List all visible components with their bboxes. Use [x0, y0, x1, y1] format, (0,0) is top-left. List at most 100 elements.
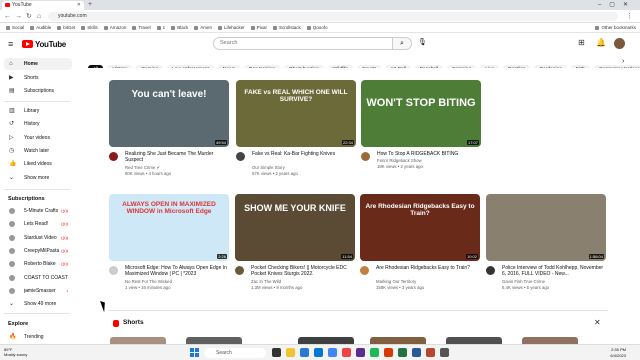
video-title[interactable]: Pocket Checking Bikers! || Motorcycle ED…: [251, 265, 355, 277]
bookmark-item[interactable]: Other bookmarks: [595, 23, 636, 32]
filter-chip[interactable]: History: [107, 65, 133, 68]
chrome-icon[interactable]: [328, 348, 337, 357]
channel-name[interactable]: Our Simple Story: [252, 165, 356, 170]
video-thumbnail[interactable]: Are Rhodesian Ridgebacks Easy to Train? 1…: [360, 194, 480, 261]
channel-name[interactable]: Fenrir Ridgeback Show: [377, 158, 481, 163]
menu-dots-icon[interactable]: ⋮: [626, 12, 633, 21]
bookmark-item[interactable]: Black: [171, 23, 188, 32]
channel-name[interactable]: Gavin Fish True Crime: [502, 279, 606, 284]
store-icon[interactable]: [314, 348, 323, 357]
sidebar-item[interactable]: ▷ Your videos: [4, 132, 72, 144]
bookmark-item[interactable]: Amazon: [103, 23, 126, 32]
channel-name[interactable]: Zac In The Wild: [251, 279, 355, 284]
forward-icon[interactable]: →: [15, 12, 22, 21]
video-thumbnail[interactable]: You can't leave! 49:54: [109, 80, 229, 147]
create-video-icon[interactable]: ⊞: [578, 38, 585, 47]
bookmark-item[interactable]: Qooofo: [306, 23, 328, 32]
filter-chip[interactable]: Reptiles: [503, 65, 531, 68]
url-field[interactable]: youtube.com: [48, 12, 618, 21]
task-view-icon[interactable]: [272, 348, 281, 357]
filter-chip[interactable]: All: [88, 65, 104, 68]
sidebar-item[interactable]: ▤ Subscriptions: [4, 85, 72, 97]
search-input[interactable]: Search: [213, 37, 393, 50]
app-icon[interactable]: [342, 348, 351, 357]
channel-avatar[interactable]: [361, 152, 370, 161]
bookmark-item[interactable]: bitGet: [57, 23, 75, 32]
back-icon[interactable]: ←: [4, 12, 11, 21]
app-icon[interactable]: [384, 348, 393, 357]
sidebar-item[interactable]: ▶ Shorts: [4, 72, 72, 84]
sidebar-item[interactable]: ⌂ Home: [4, 58, 72, 70]
filter-chip[interactable]: Courts: [357, 65, 382, 68]
sidebar-item[interactable]: ▥ Library: [4, 105, 72, 117]
bookmark-item[interactable]: Travel: [132, 23, 151, 32]
browser-tab[interactable]: YouTube ✕: [2, 1, 84, 10]
sidebar-item[interactable]: ◷ Watch later: [4, 145, 72, 157]
sidebar-item[interactable]: ⌄ Show 49 more: [4, 298, 72, 310]
filter-chip[interactable]: Fish: [570, 65, 590, 68]
home-browser-icon[interactable]: ⌂: [37, 12, 41, 21]
menu-icon[interactable]: ≡: [8, 39, 13, 49]
sidebar-item[interactable]: CreepyMilPasta ((•)): [4, 245, 72, 257]
sidebar-item[interactable]: ↺ History: [4, 118, 72, 130]
video-title[interactable]: Fake vs Real: Ka-Bar Fighting Knives: [252, 151, 356, 157]
app-icon[interactable]: [356, 348, 365, 357]
sidebar-item[interactable]: Lets Read! ((•)): [4, 218, 72, 230]
word-icon[interactable]: [412, 348, 421, 357]
sidebar-item[interactable]: 🔥 Trending: [4, 331, 72, 343]
sidebar-item[interactable]: ⌄ Show more: [4, 172, 72, 184]
video-thumbnail[interactable]: 1:56:04: [486, 194, 606, 261]
bookmark-item[interactable]: Lifehacker: [217, 23, 245, 32]
youtube-logo[interactable]: YouTube: [22, 38, 66, 50]
video-title[interactable]: Microsoft Edge: How To Always Open Edge …: [125, 265, 229, 277]
video-thumbnail[interactable]: SHOW ME YOUR KNIFE 11:54: [235, 194, 355, 261]
clock[interactable]: 2:35 PM 6/4/2023: [610, 347, 626, 359]
filter-chip[interactable]: Wildlife: [327, 65, 354, 68]
channel-avatar[interactable]: [109, 152, 118, 161]
channel-avatar[interactable]: [486, 266, 495, 275]
video-title[interactable]: Police Interview of Todd Kohlhepp, Novem…: [502, 265, 606, 277]
video-thumbnail[interactable]: WON'T STOP BITING 17:07: [361, 80, 481, 147]
filter-chip[interactable]: News: [217, 65, 240, 68]
excel-icon[interactable]: [398, 348, 407, 357]
filter-chip[interactable]: Dog training: [243, 65, 280, 68]
channel-avatar[interactable]: [360, 266, 369, 275]
taskbar-search[interactable]: Search: [204, 348, 266, 358]
bookmark-item[interactable]: Scrollstack: [273, 23, 301, 32]
bookmark-item[interactable]: Amen: [194, 23, 212, 32]
sidebar-item[interactable]: jamieSmasser •: [4, 285, 72, 297]
bookmark-item[interactable]: Social: [6, 23, 24, 32]
window-controls[interactable]: –▢✕: [598, 0, 636, 10]
sidebar-item[interactable]: Stardust Video ((•)): [4, 232, 72, 244]
video-title[interactable]: Realizing She Just Became The Murder Sus…: [125, 151, 229, 163]
channel-avatar[interactable]: [235, 266, 244, 275]
avatar[interactable]: [614, 38, 625, 49]
sidebar-item[interactable]: 👍 Liked videos: [4, 158, 72, 170]
app-icon[interactable]: [370, 348, 379, 357]
filter-chip[interactable]: Gaming: [136, 65, 164, 68]
channel-name[interactable]: No Rest For The Wicked: [125, 279, 229, 284]
powerpoint-icon[interactable]: [426, 348, 435, 357]
edge-icon[interactable]: [300, 348, 309, 357]
channel-name[interactable]: Marking Our Territory: [376, 279, 480, 284]
close-icon[interactable]: ✕: [594, 318, 601, 327]
video-title[interactable]: How To Stop A RIDGEBACK BITING: [377, 151, 481, 157]
filter-chip[interactable]: Art Bell: [385, 65, 411, 68]
filter-chip[interactable]: Live: [480, 65, 500, 68]
filter-chip[interactable]: Ghost hunting: [283, 65, 324, 68]
filter-chip[interactable]: Baseball: [414, 65, 444, 68]
video-thumbnail[interactable]: FAKE vs REAL WHICH ONE WILL SURVIVE? 22:3…: [236, 80, 356, 147]
microphone-icon[interactable]: 🎙: [418, 38, 427, 46]
new-tab-button[interactable]: +: [88, 0, 92, 10]
channel-avatar[interactable]: [236, 152, 245, 161]
close-tab-icon[interactable]: ✕: [77, 1, 81, 10]
filter-chip[interactable]: Law enforcement: [167, 65, 214, 68]
sidebar-item[interactable]: 5-Minute Crafts ((•)): [4, 205, 72, 217]
bookmark-item[interactable]: Skills: [81, 23, 98, 32]
channel-avatar[interactable]: [109, 266, 118, 275]
bookmark-item[interactable]: Audible: [30, 23, 51, 32]
bookmark-item[interactable]: 1: [156, 23, 165, 32]
file-explorer-icon[interactable]: [286, 348, 295, 357]
filter-chip[interactable]: Camping: [447, 65, 477, 68]
video-thumbnail[interactable]: ALWAYS OPEN IN MAXIMIZED WINDOW in Micro…: [109, 194, 229, 261]
